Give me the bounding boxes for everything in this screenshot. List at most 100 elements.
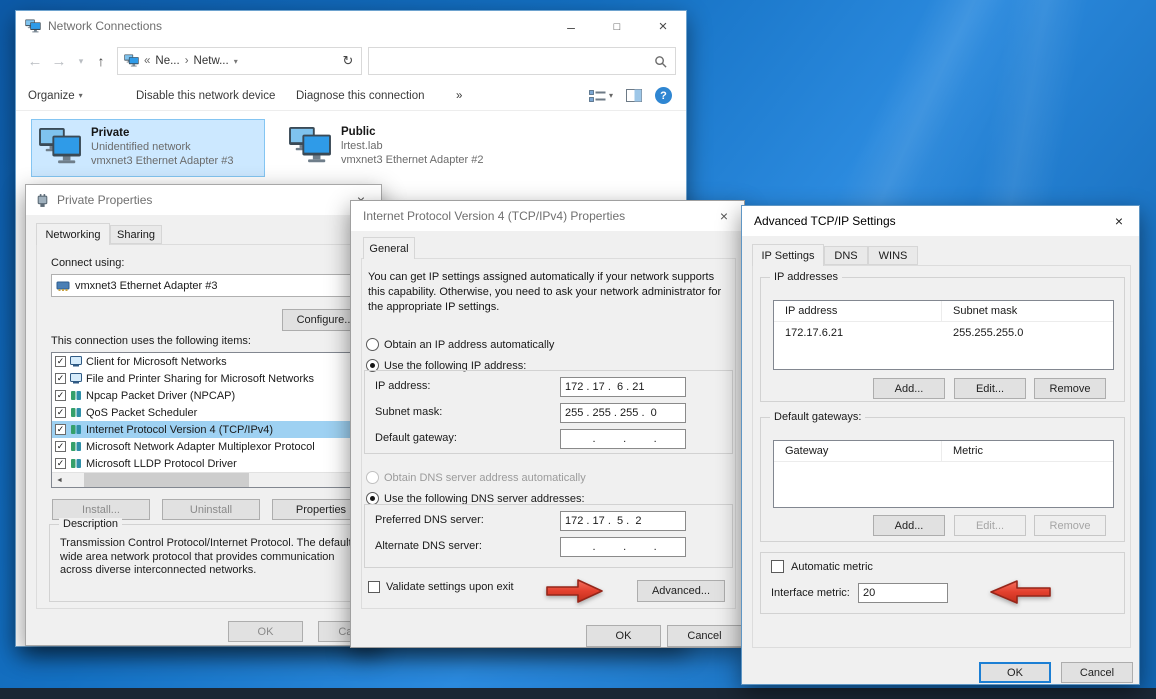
- breadcrumb-overflow-icon[interactable]: «: [144, 55, 150, 67]
- desktop[interactable]: Network Connections – □ × ← → ▾ ↑ « Ne..…: [0, 0, 1156, 699]
- taskbar[interactable]: [0, 688, 1156, 699]
- ok-button[interactable]: OK: [228, 621, 303, 642]
- close-icon[interactable]: ×: [704, 201, 744, 231]
- address-bar[interactable]: « Ne... › Netw... ▾ ↻: [117, 47, 362, 75]
- horizontal-scrollbar[interactable]: ◄ ►: [52, 472, 366, 487]
- column-header-ip-address[interactable]: IP address: [774, 301, 942, 321]
- gateways-table[interactable]: Gateway Metric: [773, 440, 1114, 508]
- checkbox-checked[interactable]: ✓: [55, 373, 66, 384]
- cancel-button[interactable]: Cancel: [1061, 662, 1133, 683]
- remove-ip-button[interactable]: Remove: [1034, 378, 1106, 399]
- remove-gateway-button[interactable]: Remove: [1034, 515, 1106, 536]
- client-icon: [70, 373, 82, 384]
- breadcrumb-item[interactable]: Ne...: [155, 55, 179, 67]
- install-button[interactable]: Install...: [52, 499, 150, 520]
- checkbox-checked[interactable]: ✓: [55, 441, 66, 452]
- list-item[interactable]: ✓ File and Printer Sharing for Microsoft…: [52, 370, 366, 387]
- dialog-title: Internet Protocol Version 4 (TCP/IPv4) P…: [363, 209, 625, 223]
- edit-gateway-button[interactable]: Edit...: [954, 515, 1026, 536]
- diagnose-connection-button[interactable]: Diagnose this connection: [296, 80, 425, 111]
- view-list-icon: [589, 89, 606, 103]
- private-properties-dialog: Private Properties × Networking Sharing …: [25, 184, 382, 646]
- ok-button[interactable]: OK: [979, 662, 1051, 683]
- titlebar[interactable]: Advanced TCP/IP Settings: [742, 206, 1139, 236]
- back-icon[interactable]: ←: [24, 42, 46, 80]
- preview-pane-icon[interactable]: [626, 89, 642, 102]
- column-header-subnet-mask[interactable]: Subnet mask: [942, 301, 1017, 321]
- ip-settings-tab-page: IP addresses IP address Subnet mask 172.…: [752, 265, 1131, 648]
- dialog-title: Private Properties: [57, 193, 152, 207]
- close-icon[interactable]: ×: [1099, 206, 1139, 236]
- list-item[interactable]: ✓ QoS Packet Scheduler: [52, 404, 366, 421]
- refresh-icon[interactable]: ↻: [335, 48, 361, 74]
- change-view-button[interactable]: ▾: [589, 89, 613, 103]
- default-gateway-field[interactable]: . . .: [560, 429, 686, 449]
- obtain-dns-radio[interactable]: [366, 471, 379, 484]
- subnet-mask-field[interactable]: 255 . 255 . 255 . 0: [560, 403, 686, 423]
- up-icon[interactable]: ↑: [90, 42, 112, 80]
- forward-icon[interactable]: →: [48, 42, 70, 80]
- maximize-button[interactable]: □: [594, 11, 640, 42]
- add-ip-button[interactable]: Add...: [873, 378, 945, 399]
- advanced-button[interactable]: Advanced...: [637, 580, 725, 602]
- cancel-button[interactable]: Cancel: [667, 625, 742, 647]
- checkbox-checked[interactable]: ✓: [55, 407, 66, 418]
- connection-items-list[interactable]: ✓ Client for Microsoft Networks ✓ File a…: [51, 352, 367, 488]
- column-header-gateway[interactable]: Gateway: [774, 441, 942, 461]
- tab-ip-settings[interactable]: IP Settings: [752, 244, 824, 266]
- ip-addresses-table[interactable]: IP address Subnet mask 172.17.6.21 255.2…: [773, 300, 1114, 370]
- search-input[interactable]: [368, 47, 676, 75]
- tab-sharing[interactable]: Sharing: [110, 225, 162, 244]
- obtain-ip-radio[interactable]: [366, 338, 379, 351]
- connection-item-public[interactable]: Public lrtest.lab vmxnet3 Ethernet Adapt…: [282, 119, 516, 177]
- column-header-metric[interactable]: Metric: [942, 441, 983, 461]
- preferred-dns-field[interactable]: 172 . 17 . 5 . 2: [560, 511, 686, 531]
- connection-item-private[interactable]: Private Unidentified network vmxnet3 Eth…: [31, 119, 265, 177]
- list-item[interactable]: ✓ Client for Microsoft Networks: [52, 353, 366, 370]
- connection-network: Unidentified network: [91, 141, 233, 155]
- breadcrumb-item[interactable]: Netw...: [194, 55, 229, 67]
- checkbox-checked[interactable]: ✓: [55, 424, 66, 435]
- disable-device-button[interactable]: Disable this network device: [136, 80, 275, 111]
- ok-button[interactable]: OK: [586, 625, 661, 647]
- close-button[interactable]: ×: [640, 11, 686, 42]
- automatic-metric-checkbox[interactable]: [771, 560, 784, 573]
- toolbar-overflow-icon[interactable]: »: [456, 80, 462, 111]
- scrollbar-thumb[interactable]: [84, 473, 249, 487]
- breadcrumb-caret-icon[interactable]: ▾: [234, 57, 238, 66]
- tab-dns[interactable]: DNS: [824, 246, 868, 265]
- checkbox-checked[interactable]: ✓: [55, 356, 66, 367]
- minimize-button[interactable]: –: [548, 11, 594, 42]
- history-dropdown-icon[interactable]: ▾: [70, 42, 92, 80]
- dns-fields-groupbox: Preferred DNS server: 172 . 17 . 5 . 2 A…: [364, 504, 733, 568]
- validate-checkbox[interactable]: [368, 581, 380, 593]
- ip-address-field[interactable]: 172 . 17 . 6 . 21: [560, 377, 686, 397]
- checkbox-checked[interactable]: ✓: [55, 390, 66, 401]
- scroll-left-icon[interactable]: ◄: [52, 477, 67, 484]
- tab-general[interactable]: General: [363, 237, 415, 259]
- add-gateway-button[interactable]: Add...: [873, 515, 945, 536]
- checkbox-checked[interactable]: ✓: [55, 458, 66, 469]
- titlebar[interactable]: Internet Protocol Version 4 (TCP/IPv4) P…: [351, 201, 744, 231]
- preferred-dns-label: Preferred DNS server:: [375, 514, 484, 526]
- alternate-dns-field[interactable]: . . .: [560, 537, 686, 557]
- list-item[interactable]: ✓ Microsoft LLDP Protocol Driver: [52, 455, 366, 472]
- validate-label[interactable]: Validate settings upon exit: [386, 581, 514, 593]
- titlebar[interactable]: Private Properties: [26, 185, 381, 215]
- edit-ip-button[interactable]: Edit...: [954, 378, 1026, 399]
- automatic-metric-label[interactable]: Automatic metric: [791, 561, 873, 573]
- list-item[interactable]: ✓ Npcap Packet Driver (NPCAP): [52, 387, 366, 404]
- networking-tab-page: Connect using: vmxnet3 Ethernet Adapter …: [36, 244, 376, 609]
- organize-menu[interactable]: Organize ▾: [28, 80, 83, 111]
- obtain-ip-label[interactable]: Obtain an IP address automatically: [384, 339, 554, 351]
- table-row[interactable]: 172.17.6.21 255.255.255.0: [774, 322, 1113, 343]
- tab-wins[interactable]: WINS: [868, 246, 918, 265]
- list-item-selected[interactable]: ✓ Internet Protocol Version 4 (TCP/IPv4): [52, 421, 366, 438]
- breadcrumb-separator-icon: ›: [185, 55, 189, 67]
- help-icon[interactable]: ?: [655, 87, 672, 104]
- interface-metric-field[interactable]: 20: [858, 583, 948, 603]
- tab-networking[interactable]: Networking: [36, 223, 110, 245]
- list-item[interactable]: ✓ Microsoft Network Adapter Multiplexor …: [52, 438, 366, 455]
- protocol-icon: [70, 458, 82, 469]
- uninstall-button[interactable]: Uninstall: [162, 499, 260, 520]
